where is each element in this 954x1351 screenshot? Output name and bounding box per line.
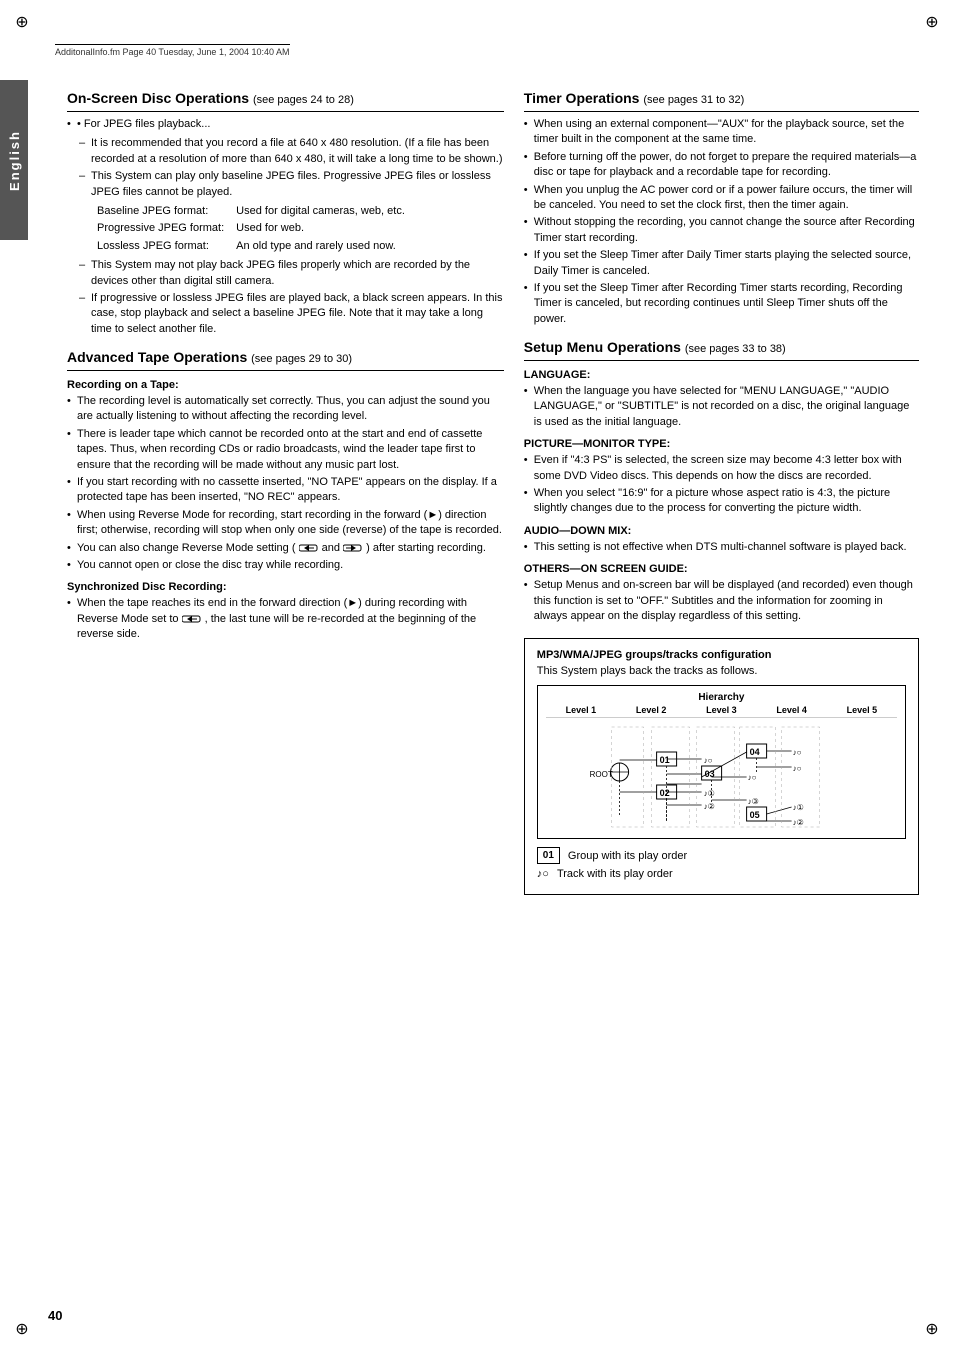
- reg-mark-bl: ⊕: [10, 1317, 34, 1341]
- divider-on-screen: [67, 111, 504, 112]
- bullet-jpeg-intro: • For JPEG files playback...: [67, 117, 504, 132]
- reg-mark-tl: ⊕: [10, 10, 34, 34]
- picture-bullets: Even if "4:3 PS" is selected, the screen…: [524, 453, 919, 517]
- legend-track-icon: ♪○: [537, 868, 549, 880]
- picture-title: PICTURE—MONITOR TYPE:: [524, 438, 919, 450]
- bullet-lang-0: When the language you have selected for …: [524, 384, 919, 430]
- sync-bullets: When the tape reaches its end in the for…: [67, 596, 504, 642]
- format-row-lossless: Lossless JPEG format: An old type and ra…: [91, 238, 411, 255]
- page-wrapper: ⊕ ⊕ ⊕ ⊕ AdditonalInfo.fm Page 40 Tuesday…: [0, 0, 954, 1351]
- language-bullets: When the language you have selected for …: [524, 384, 919, 430]
- audio-bullets: This setting is not effective when DTS m…: [524, 540, 919, 555]
- bullet-rec-5: You cannot open or close the disc tray w…: [67, 558, 504, 573]
- svg-text:♪○: ♪○: [747, 773, 756, 782]
- hierarchy-title: Hierarchy: [546, 692, 897, 703]
- svg-text:04: 04: [749, 747, 759, 757]
- right-column: Timer Operations (see pages 31 to 32) Wh…: [524, 90, 919, 895]
- hierarchy-diagram: ROOT 01: [546, 722, 897, 832]
- svg-text:♪○: ♪○: [703, 756, 712, 765]
- divider-tape: [67, 370, 504, 371]
- svg-text:05: 05: [749, 810, 759, 820]
- svg-text:02: 02: [659, 788, 669, 798]
- svg-text:♪③: ♪③: [747, 797, 758, 806]
- bullet-rec-0: The recording level is automatically set…: [67, 394, 504, 425]
- svg-text:ROOT: ROOT: [589, 770, 612, 779]
- divider-timer: [524, 111, 919, 112]
- svg-text:♪②: ♪②: [792, 818, 803, 827]
- legend-track-text: Track with its play order: [557, 868, 673, 880]
- reverse-icon-2: [343, 543, 363, 553]
- bullet-rec-3: When using Reverse Mode for recording, s…: [67, 508, 504, 539]
- two-column-layout: On-Screen Disc Operations (see pages 24 …: [67, 90, 919, 895]
- bullet-timer-0: When using an external component—"AUX" f…: [524, 117, 919, 148]
- hierarchy-container: Hierarchy Level 1 Level 2 Level 3 Level …: [537, 685, 906, 839]
- bullet-rec-4: You can also change Reverse Mode setting…: [67, 541, 504, 556]
- page-number: 40: [48, 1308, 62, 1323]
- timer-bullets: When using an external component—"AUX" f…: [524, 117, 919, 327]
- legend-group-text: Group with its play order: [568, 850, 687, 862]
- bullet-sync-0: When the tape reaches its end in the for…: [67, 596, 504, 642]
- bullet-timer-5: If you set the Sleep Timer after Recordi…: [524, 281, 919, 327]
- reg-mark-br: ⊕: [920, 1317, 944, 1341]
- bullet-pic-1: When you select "16:9" for a picture who…: [524, 486, 919, 517]
- file-info: AdditonalInfo.fm Page 40 Tuesday, June 1…: [55, 44, 290, 57]
- dash-not-play: This System may not play back JPEG files…: [79, 258, 504, 289]
- bullet-others-0: Setup Menus and on-screen bar will be di…: [524, 578, 919, 624]
- recording-bullets: The recording level is automatically set…: [67, 394, 504, 573]
- bullet-rec-1: There is leader tape which cannot be rec…: [67, 427, 504, 473]
- hierarchy-levels: Level 1 Level 2 Level 3 Level 4 Level 5: [546, 705, 897, 718]
- svg-text:01: 01: [659, 755, 669, 765]
- on-screen-dashes: It is recommended that you record a file…: [67, 136, 504, 200]
- mp3-box: MP3/WMA/JPEG groups/tracks configuration…: [524, 638, 919, 895]
- bullet-timer-4: If you set the Sleep Timer after Daily T…: [524, 248, 919, 279]
- dash-black-screen: If progressive or lossless JPEG files ar…: [79, 291, 504, 337]
- bullet-audio-0: This setting is not effective when DTS m…: [524, 540, 919, 555]
- reg-mark-tr: ⊕: [920, 10, 944, 34]
- divider-setup: [524, 360, 919, 361]
- dash-resolution: It is recommended that you record a file…: [79, 136, 504, 167]
- reverse-mode-icon: [182, 614, 202, 624]
- audio-title: AUDIO—DOWN MIX:: [524, 525, 919, 537]
- mp3-box-subtitle: This System plays back the tracks as fol…: [537, 665, 906, 677]
- legend-group-row: 01 Group with its play order: [537, 847, 906, 864]
- others-bullets: Setup Menus and on-screen bar will be di…: [524, 578, 919, 624]
- others-title: OTHERS—ON SCREEN GUIDE:: [524, 563, 919, 575]
- svg-text:♪①: ♪①: [792, 803, 803, 812]
- dash-baseline: This System can play only baseline JPEG …: [79, 169, 504, 200]
- on-screen-bullets: • For JPEG files playback...: [67, 117, 504, 132]
- bullet-timer-2: When you unplug the AC power cord or if …: [524, 183, 919, 214]
- reverse-icon-1: [299, 543, 319, 553]
- language-tab: English: [0, 80, 28, 240]
- format-row-baseline: Baseline JPEG format: Used for digital c…: [91, 203, 411, 220]
- extra-dashes: This System may not play back JPEG files…: [67, 258, 504, 337]
- bullet-pic-0: Even if "4:3 PS" is selected, the screen…: [524, 453, 919, 484]
- jpeg-formats: Baseline JPEG format: Used for digital c…: [91, 203, 411, 255]
- sync-subtitle: Synchronized Disc Recording:: [67, 581, 504, 593]
- bullet-rec-2: If you start recording with no cassette …: [67, 475, 504, 506]
- setup-menu-section: Setup Menu Operations (see pages 33 to 3…: [524, 339, 919, 624]
- legend-group-number: 01: [537, 847, 560, 864]
- svg-text:♪①: ♪①: [703, 789, 714, 798]
- main-content: On-Screen Disc Operations (see pages 24 …: [52, 90, 934, 895]
- bullet-timer-3: Without stopping the recording, you cann…: [524, 215, 919, 246]
- timer-ops-section: Timer Operations (see pages 31 to 32) Wh…: [524, 90, 919, 327]
- svg-text:♪○: ♪○: [792, 748, 801, 757]
- svg-text:♪②: ♪②: [703, 802, 714, 811]
- svg-text:♪○: ♪○: [792, 764, 801, 773]
- advanced-tape-section: Advanced Tape Operations (see pages 29 t…: [67, 349, 504, 642]
- advanced-tape-title: Advanced Tape Operations (see pages 29 t…: [67, 349, 504, 365]
- left-column: On-Screen Disc Operations (see pages 24 …: [67, 90, 504, 895]
- timer-ops-title: Timer Operations (see pages 31 to 32): [524, 90, 919, 106]
- language-title: LANGUAGE:: [524, 369, 919, 381]
- setup-menu-title: Setup Menu Operations (see pages 33 to 3…: [524, 339, 919, 355]
- format-row-progressive: Progressive JPEG format: Used for web.: [91, 220, 411, 237]
- recording-subtitle: Recording on a Tape:: [67, 379, 504, 391]
- on-screen-disc-section: On-Screen Disc Operations (see pages 24 …: [67, 90, 504, 337]
- legend-track-row: ♪○ Track with its play order: [537, 868, 906, 880]
- mp3-box-title: MP3/WMA/JPEG groups/tracks configuration: [537, 649, 906, 661]
- on-screen-disc-title: On-Screen Disc Operations (see pages 24 …: [67, 90, 504, 106]
- format-table: Baseline JPEG format: Used for digital c…: [91, 203, 504, 255]
- bullet-timer-1: Before turning off the power, do not for…: [524, 150, 919, 181]
